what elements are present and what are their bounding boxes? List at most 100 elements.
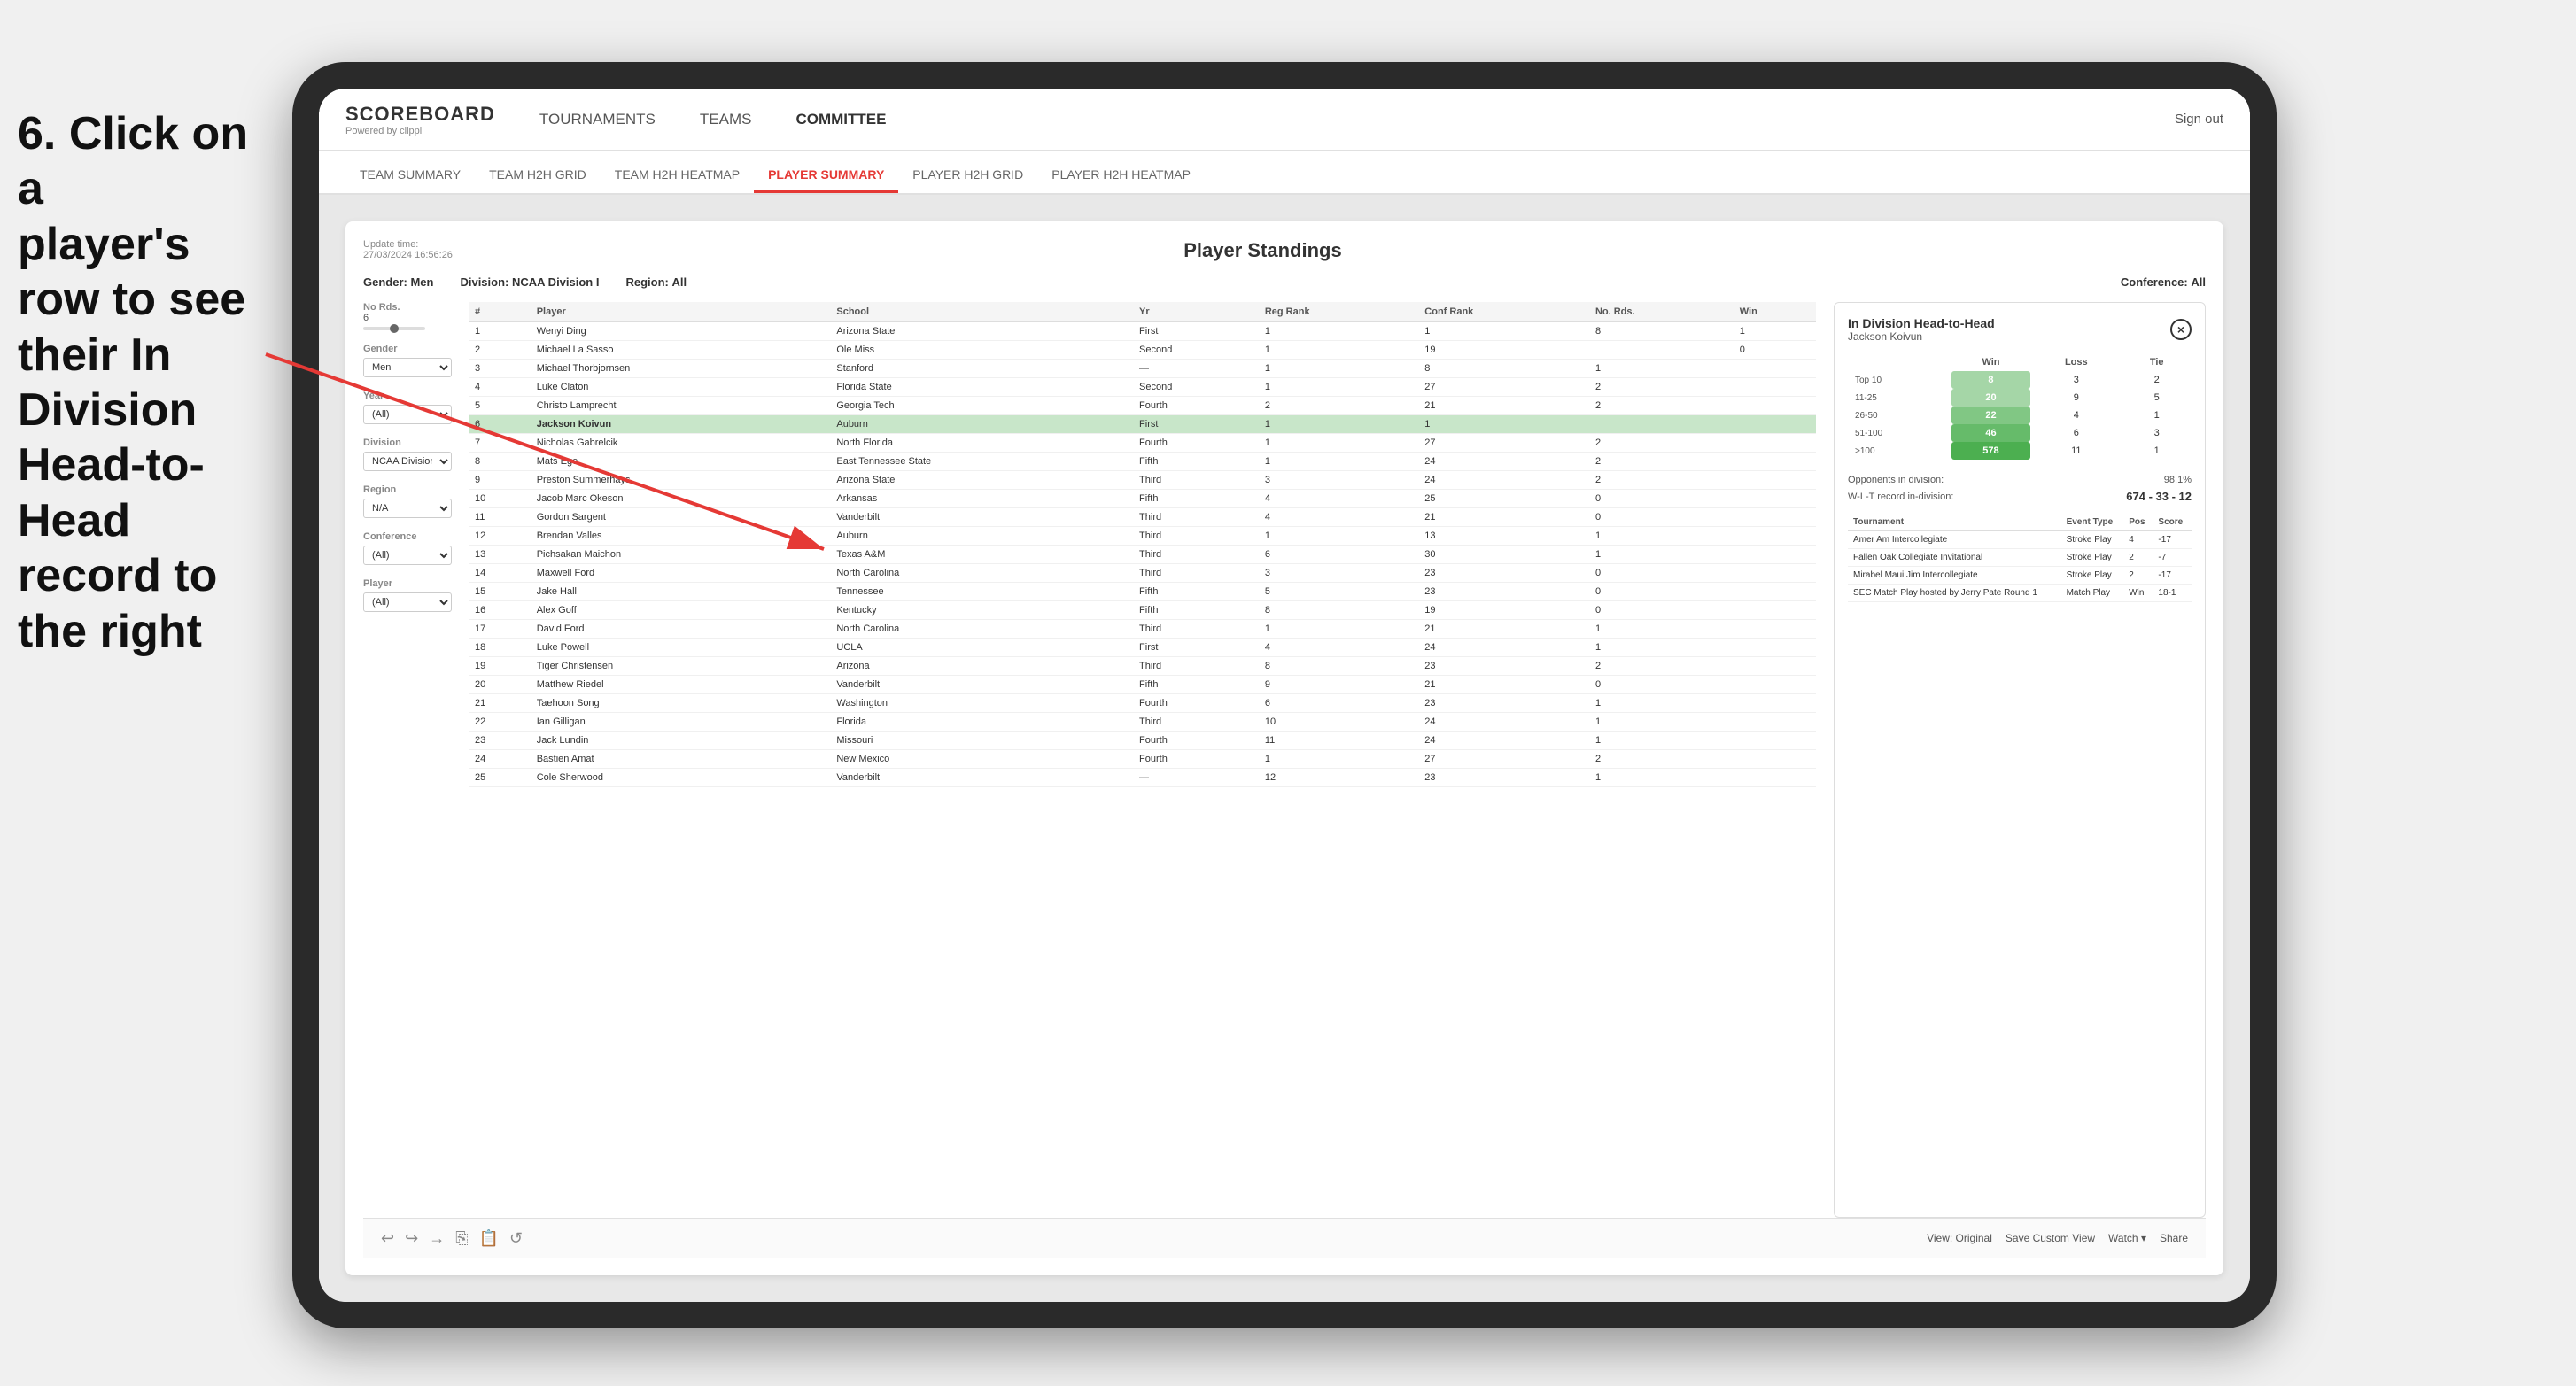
table-row[interactable]: 16 Alex Goff Kentucky Fifth 8 19 0 bbox=[469, 601, 1816, 620]
cell-rds: 2 bbox=[1590, 397, 1734, 415]
col-reg-rank: Reg Rank bbox=[1260, 302, 1419, 322]
redo-button[interactable]: ↪ bbox=[405, 1229, 418, 1248]
cell-num: 15 bbox=[469, 583, 531, 601]
paste-button[interactable]: 📋 bbox=[479, 1229, 499, 1248]
cell-num: 4 bbox=[469, 378, 531, 397]
cell-win bbox=[1734, 434, 1816, 453]
table-row[interactable]: 5 Christo Lamprecht Georgia Tech Fourth … bbox=[469, 397, 1816, 415]
no-rds-slider[interactable] bbox=[363, 327, 425, 330]
cell-win bbox=[1734, 546, 1816, 564]
h2h-row: 26-50 22 4 1 bbox=[1848, 407, 2192, 424]
h2h-col-tie: Tie bbox=[2122, 353, 2192, 371]
share-button[interactable]: Share bbox=[2160, 1232, 2188, 1244]
tab-team-h2h-grid[interactable]: TEAM H2H GRID bbox=[475, 159, 601, 193]
nav-teams[interactable]: TEAMS bbox=[691, 106, 761, 133]
sidebar-player-group: Player (All) bbox=[363, 578, 452, 612]
tab-player-summary[interactable]: PLAYER SUMMARY bbox=[754, 159, 898, 193]
tab-player-h2h-grid[interactable]: PLAYER H2H GRID bbox=[898, 159, 1037, 193]
tournament-row[interactable]: SEC Match Play hosted by Jerry Pate Roun… bbox=[1848, 585, 2192, 602]
table-row[interactable]: 9 Preston Summerhays Arizona State Third… bbox=[469, 471, 1816, 490]
cell-yr: Third bbox=[1134, 713, 1260, 732]
table-row[interactable]: 23 Jack Lundin Missouri Fourth 11 24 1 bbox=[469, 732, 1816, 750]
cell-conf: 27 bbox=[1419, 434, 1590, 453]
table-row[interactable]: 20 Matthew Riedel Vanderbilt Fifth 9 21 … bbox=[469, 676, 1816, 694]
cell-yr: Third bbox=[1134, 527, 1260, 546]
tab-player-h2h-heatmap[interactable]: PLAYER H2H HEATMAP bbox=[1037, 159, 1205, 193]
table-row[interactable]: 21 Taehoon Song Washington Fourth 6 23 1 bbox=[469, 694, 1816, 713]
table-row[interactable]: 22 Ian Gilligan Florida Third 10 24 1 bbox=[469, 713, 1816, 732]
sidebar-year-label: Year bbox=[363, 391, 452, 401]
nav-tournaments[interactable]: TOURNAMENTS bbox=[531, 106, 664, 133]
table-row[interactable]: 6 Jackson Koivun Auburn First 1 1 bbox=[469, 415, 1816, 434]
cell-tournament-name: SEC Match Play hosted by Jerry Pate Roun… bbox=[1848, 585, 2061, 602]
cell-pos: 4 bbox=[2123, 531, 2153, 549]
sidebar-conference-select[interactable]: (All) bbox=[363, 546, 452, 565]
cell-school: UCLA bbox=[831, 639, 1134, 657]
cell-event-type: Match Play bbox=[2061, 585, 2124, 602]
save-custom-button[interactable]: Save Custom View bbox=[2006, 1232, 2095, 1244]
sidebar-year-select[interactable]: (All) bbox=[363, 405, 452, 424]
copy-button[interactable]: ⎘ bbox=[455, 1229, 468, 1248]
forward-button[interactable]: → bbox=[429, 1229, 445, 1248]
cell-reg: 2 bbox=[1260, 397, 1419, 415]
h2h-cell-loss: 3 bbox=[2030, 371, 2122, 389]
sidebar-gender-select[interactable]: Men bbox=[363, 358, 452, 377]
table-row[interactable]: 4 Luke Claton Florida State Second 1 27 … bbox=[469, 378, 1816, 397]
table-row[interactable]: 11 Gordon Sargent Vanderbilt Third 4 21 … bbox=[469, 508, 1816, 527]
tab-team-h2h-heatmap[interactable]: TEAM H2H HEATMAP bbox=[601, 159, 754, 193]
view-original-button[interactable]: View: Original bbox=[1927, 1232, 1992, 1244]
tab-team-summary[interactable]: TEAM SUMMARY bbox=[345, 159, 475, 193]
h2h-close-button[interactable]: × bbox=[2170, 319, 2192, 340]
tournament-row[interactable]: Fallen Oak Collegiate Invitational Strok… bbox=[1848, 549, 2192, 567]
table-row[interactable]: 24 Bastien Amat New Mexico Fourth 1 27 2 bbox=[469, 750, 1816, 769]
nav-links: TOURNAMENTS TEAMS COMMITTEE bbox=[531, 106, 2175, 133]
refresh-button[interactable]: ↺ bbox=[509, 1229, 523, 1248]
undo-button[interactable]: ↩ bbox=[381, 1229, 394, 1248]
h2h-header: In Division Head-to-Head Jackson Koivun … bbox=[1848, 316, 2192, 343]
col-conf-rank: Conf Rank bbox=[1419, 302, 1590, 322]
cell-school: Arizona State bbox=[831, 322, 1134, 341]
player-table: # Player School Yr Reg Rank Conf Rank No… bbox=[469, 302, 1816, 787]
cell-win bbox=[1734, 676, 1816, 694]
sub-nav: TEAM SUMMARY TEAM H2H GRID TEAM H2H HEAT… bbox=[319, 151, 2250, 195]
sidebar-player-select[interactable]: (All) bbox=[363, 592, 452, 612]
dashboard-header: Update time: 27/03/2024 16:56:26 Player … bbox=[363, 239, 2206, 262]
table-row[interactable]: 17 David Ford North Carolina Third 1 21 … bbox=[469, 620, 1816, 639]
cell-school: Ole Miss bbox=[831, 341, 1134, 360]
table-row[interactable]: 3 Michael Thorbjornsen Stanford — 1 8 1 bbox=[469, 360, 1816, 378]
h2h-table-header: Win Loss Tie bbox=[1848, 353, 2192, 371]
h2h-cell-range: 26-50 bbox=[1848, 407, 1951, 424]
cell-event-type: Stroke Play bbox=[2061, 549, 2124, 567]
table-row[interactable]: 12 Brendan Valles Auburn Third 1 13 1 bbox=[469, 527, 1816, 546]
col-yr: Yr bbox=[1134, 302, 1260, 322]
table-row[interactable]: 15 Jake Hall Tennessee Fifth 5 23 0 bbox=[469, 583, 1816, 601]
table-row[interactable]: 18 Luke Powell UCLA First 4 24 1 bbox=[469, 639, 1816, 657]
table-row[interactable]: 25 Cole Sherwood Vanderbilt — 12 23 1 bbox=[469, 769, 1816, 787]
cell-rds: 1 bbox=[1590, 694, 1734, 713]
table-row[interactable]: 7 Nicholas Gabrelcik North Florida Fourt… bbox=[469, 434, 1816, 453]
cell-win bbox=[1734, 732, 1816, 750]
sidebar-division-select[interactable]: NCAA Division I bbox=[363, 452, 452, 471]
table-row[interactable]: 19 Tiger Christensen Arizona Third 8 23 … bbox=[469, 657, 1816, 676]
toolbar-right: View: Original Save Custom View Watch ▾ … bbox=[1927, 1232, 2188, 1244]
cell-school: Arizona State bbox=[831, 471, 1134, 490]
nav-committee[interactable]: COMMITTEE bbox=[787, 106, 895, 133]
cell-conf: 23 bbox=[1419, 583, 1590, 601]
table-row[interactable]: 13 Pichsakan Maichon Texas A&M Third 6 3… bbox=[469, 546, 1816, 564]
cell-yr: Third bbox=[1134, 620, 1260, 639]
watch-button[interactable]: Watch ▾ bbox=[2108, 1232, 2146, 1244]
cell-win bbox=[1734, 583, 1816, 601]
table-row[interactable]: 14 Maxwell Ford North Carolina Third 3 2… bbox=[469, 564, 1816, 583]
table-row[interactable]: 8 Mats Ege East Tennessee State Fifth 1 … bbox=[469, 453, 1816, 471]
sign-out-button[interactable]: Sign out bbox=[2175, 112, 2223, 127]
tournament-row[interactable]: Mirabel Maui Jim Intercollegiate Stroke … bbox=[1848, 567, 2192, 585]
cell-num: 3 bbox=[469, 360, 531, 378]
top-nav: SCOREBOARD Powered by clippi TOURNAMENTS… bbox=[319, 89, 2250, 151]
table-row[interactable]: 10 Jacob Marc Okeson Arkansas Fifth 4 25… bbox=[469, 490, 1816, 508]
sidebar-region-select[interactable]: N/A bbox=[363, 499, 452, 518]
table-row[interactable]: 2 Michael La Sasso Ole Miss Second 1 19 … bbox=[469, 341, 1816, 360]
h2h-ranking-table: Win Loss Tie Top 10 8 3 2 11-25 20 9 5 bbox=[1848, 353, 2192, 460]
tournament-row[interactable]: Amer Am Intercollegiate Stroke Play 4 -1… bbox=[1848, 531, 2192, 549]
opponents-info: Opponents in division: 98.1% W-L-T recor… bbox=[1848, 470, 2192, 503]
table-row[interactable]: 1 Wenyi Ding Arizona State First 1 1 8 1 bbox=[469, 322, 1816, 341]
